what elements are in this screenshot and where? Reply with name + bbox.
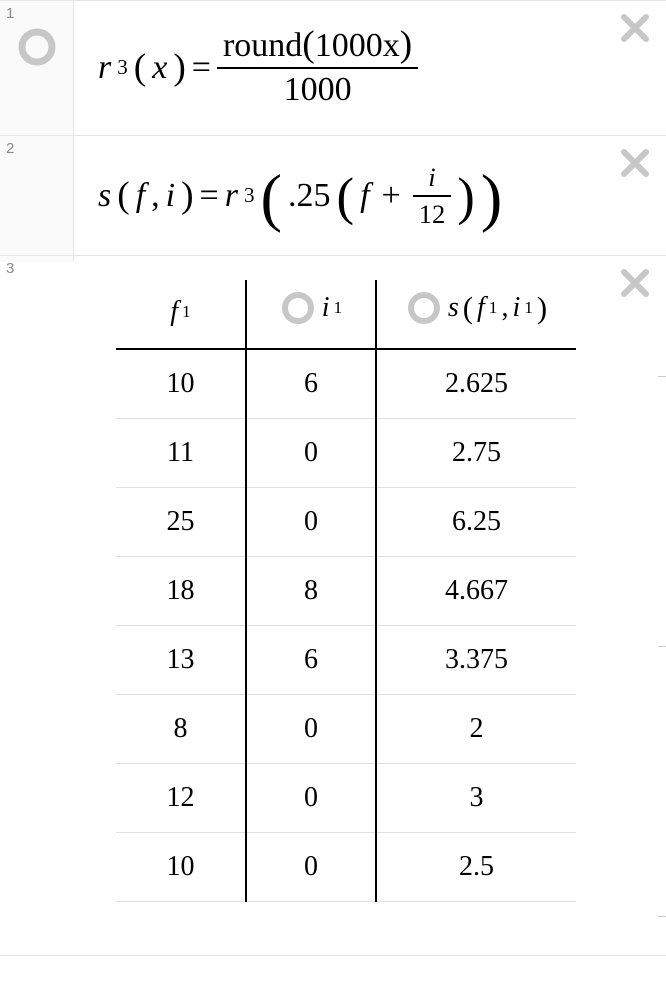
arg-x: x <box>152 51 167 85</box>
table-cell-f[interactable]: 8 <box>116 695 246 764</box>
expression-1: r3(x) = round(1000x) 1000 <box>98 29 642 107</box>
denom: 1000 <box>278 71 358 107</box>
close-icon <box>618 146 652 180</box>
table-cell-i[interactable]: 0 <box>246 764 376 833</box>
visibility-toggle[interactable] <box>17 27 57 67</box>
graph-tick <box>658 646 666 647</box>
table-cell-f[interactable]: 18 <box>116 557 246 626</box>
expression-content[interactable]: f1 i1 <box>74 256 666 910</box>
table-cell-i[interactable]: 0 <box>246 833 376 902</box>
equals: = <box>192 51 211 85</box>
table-wrapper: f1 i1 <box>98 274 642 902</box>
table-row[interactable]: 1203 <box>116 764 576 833</box>
table-cell-f[interactable]: 12 <box>116 764 246 833</box>
table-row[interactable]: 1363.375 <box>116 626 576 695</box>
row-gutter: 2 <box>0 136 74 255</box>
table-cell-i[interactable]: 0 <box>246 488 376 557</box>
fraction: round(1000x) 1000 <box>217 29 418 107</box>
column-header-s[interactable]: s(f1,i1) <box>376 280 576 349</box>
table-cell-f[interactable]: 25 <box>116 488 246 557</box>
round-arg: 1000x <box>315 27 400 64</box>
remove-row-button[interactable] <box>618 266 652 300</box>
graph-tick <box>658 376 666 377</box>
circle-icon <box>17 27 57 67</box>
table-row[interactable]: 1002.5 <box>116 833 576 902</box>
table-cell-s[interactable]: 6.25 <box>376 488 576 557</box>
table-cell-f[interactable]: 10 <box>116 349 246 419</box>
table-cell-i[interactable]: 8 <box>246 557 376 626</box>
table-cell-s[interactable]: 2.5 <box>376 833 576 902</box>
table-row[interactable]: 802 <box>116 695 576 764</box>
column-visibility-toggle[interactable] <box>280 290 316 326</box>
table-cell-i[interactable]: 0 <box>246 419 376 488</box>
row-gutter: 1 <box>0 1 74 135</box>
expression-row-2[interactable]: 2 s(f,i) = r3(.25(f + i 12 )) <box>0 136 666 256</box>
remove-row-button[interactable] <box>618 146 652 180</box>
expression-list: 1 r3(x) = round(1000x) 1000 <box>0 0 666 956</box>
table-cell-i[interactable]: 6 <box>246 626 376 695</box>
const: .25 <box>288 179 331 213</box>
data-table: f1 i1 <box>116 280 576 902</box>
table-cell-s[interactable]: 2.75 <box>376 419 576 488</box>
table-cell-f[interactable]: 13 <box>116 626 246 695</box>
row-number: 2 <box>6 140 14 157</box>
table-cell-f[interactable]: 10 <box>116 833 246 902</box>
table-cell-s[interactable]: 2.625 <box>376 349 576 419</box>
round-fn: round <box>223 27 302 64</box>
fn-s: s <box>98 179 111 213</box>
table-row[interactable]: 2506.25 <box>116 488 576 557</box>
row-gutter: 3 <box>0 256 74 262</box>
table-cell-s[interactable]: 4.667 <box>376 557 576 626</box>
table-cell-f[interactable]: 11 <box>116 419 246 488</box>
column-header-f1[interactable]: f1 <box>116 280 246 349</box>
table-row[interactable]: 1102.75 <box>116 419 576 488</box>
close-icon <box>618 266 652 300</box>
expression-row-3[interactable]: 3 f1 <box>0 256 666 956</box>
table-cell-i[interactable]: 0 <box>246 695 376 764</box>
table-cell-s[interactable]: 3 <box>376 764 576 833</box>
column-header-i1[interactable]: i1 <box>246 280 376 349</box>
table-cell-s[interactable]: 2 <box>376 695 576 764</box>
table-cell-s[interactable]: 3.375 <box>376 626 576 695</box>
row-number: 3 <box>6 260 14 277</box>
expression-content[interactable]: r3(x) = round(1000x) 1000 <box>74 1 666 135</box>
expression-row-1[interactable]: 1 r3(x) = round(1000x) 1000 <box>0 1 666 136</box>
expression-2: s(f,i) = r3(.25(f + i 12 )) <box>98 164 642 227</box>
remove-row-button[interactable] <box>618 11 652 45</box>
expression-content[interactable]: s(f,i) = r3(.25(f + i 12 )) <box>74 136 666 255</box>
row-number: 1 <box>6 5 14 22</box>
table-cell-i[interactable]: 6 <box>246 349 376 419</box>
column-visibility-toggle[interactable] <box>406 290 442 326</box>
table-row[interactable]: 1062.625 <box>116 349 576 419</box>
close-icon <box>618 11 652 45</box>
equals: = <box>200 179 219 213</box>
table-row[interactable]: 1884.667 <box>116 557 576 626</box>
fraction-i12: i 12 <box>413 164 452 227</box>
graph-tick <box>658 916 666 917</box>
sub-3: 3 <box>117 57 128 78</box>
fn-r: r <box>98 51 111 85</box>
circle-icon <box>280 290 316 326</box>
circle-icon <box>406 290 442 326</box>
fn-r3: r <box>225 179 238 213</box>
